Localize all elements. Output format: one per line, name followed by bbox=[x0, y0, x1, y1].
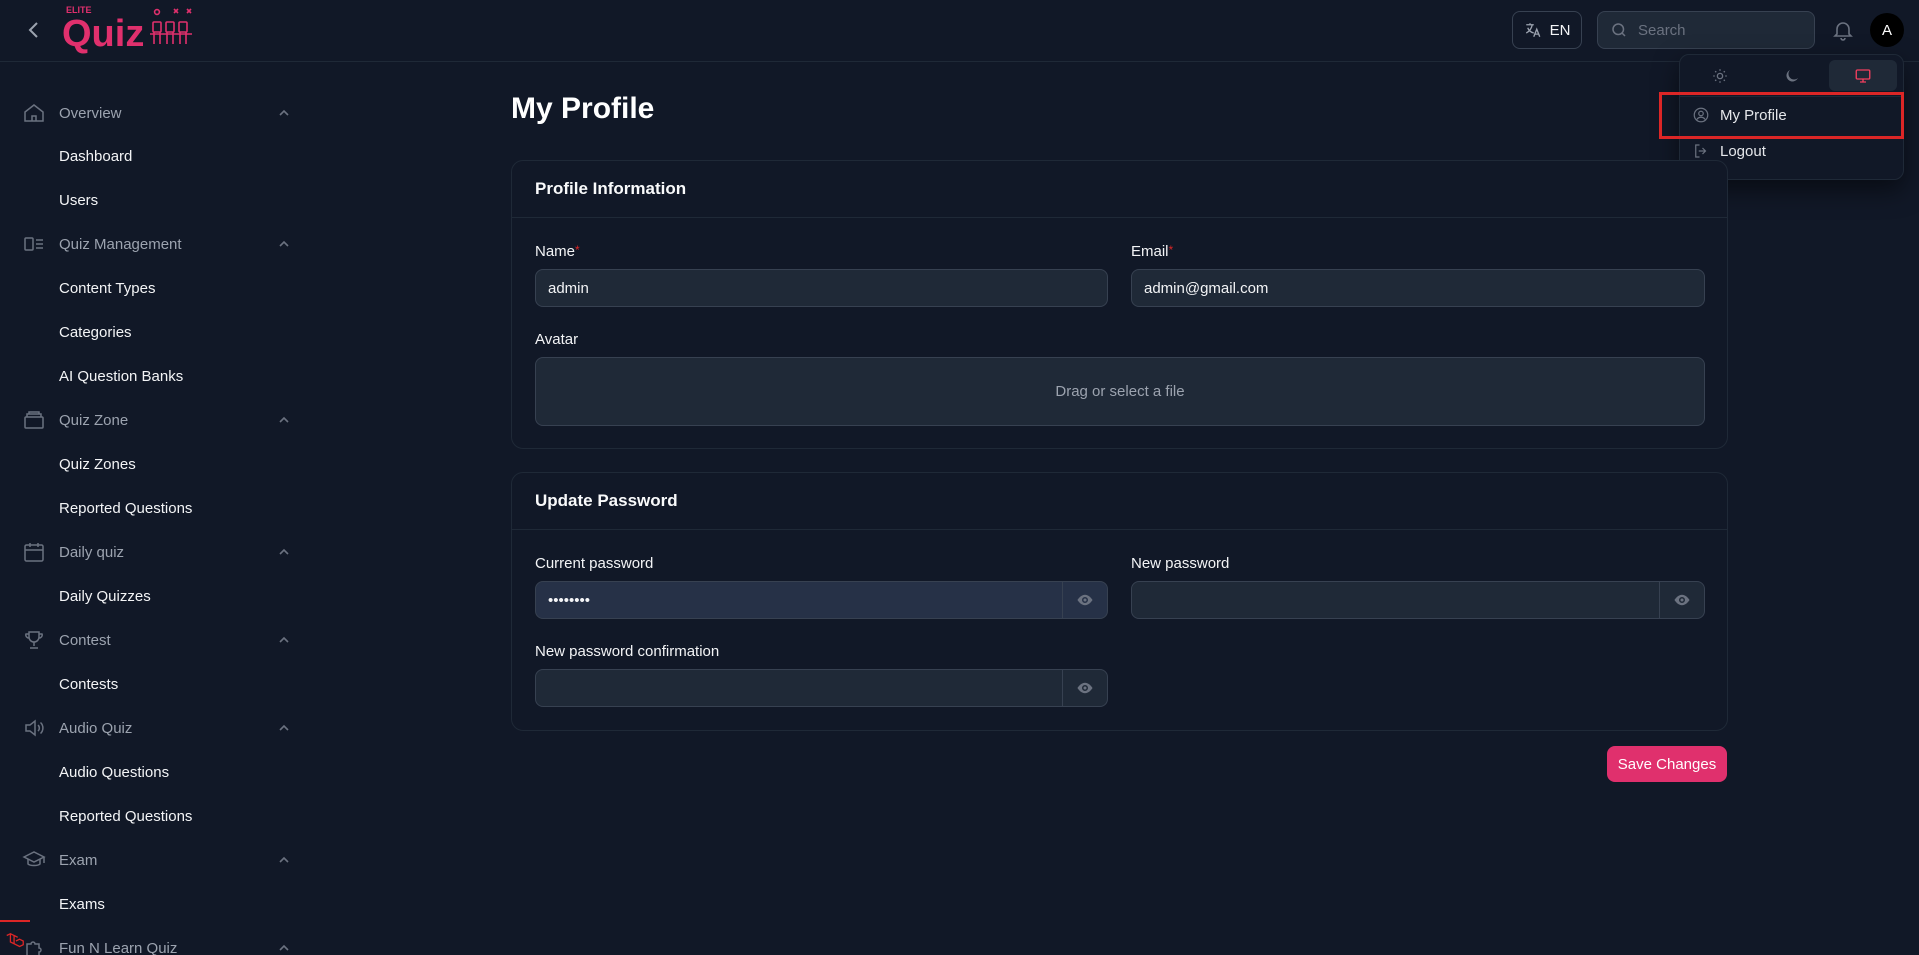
sun-icon bbox=[1713, 68, 1727, 83]
archive-icon bbox=[24, 411, 44, 429]
bell-icon[interactable] bbox=[1831, 18, 1855, 42]
theme-switcher bbox=[1680, 55, 1903, 97]
new-password-field[interactable] bbox=[1131, 581, 1705, 619]
search-bar[interactable] bbox=[1597, 11, 1815, 49]
home-icon bbox=[24, 104, 44, 122]
monitor-icon bbox=[1855, 68, 1871, 83]
theme-dark-button[interactable] bbox=[1758, 60, 1826, 91]
sidebar: Overview Dashboard Users Quiz Management… bbox=[0, 62, 300, 955]
sidebar-item-reported-questions[interactable]: Reported Questions bbox=[59, 806, 192, 828]
menu-item-label: Logout bbox=[1720, 142, 1766, 160]
sidebar-item-daily-quizzes[interactable]: Daily Quizzes bbox=[59, 586, 151, 608]
graduation-cap-icon bbox=[22, 851, 46, 867]
menu-item-my-profile[interactable]: My Profile bbox=[1680, 97, 1903, 133]
sidebar-group-quiz-management[interactable]: Quiz Management bbox=[0, 229, 300, 259]
confirm-password-field[interactable] bbox=[535, 669, 1108, 707]
chevron-up-icon[interactable] bbox=[276, 412, 292, 428]
email-field[interactable]: admin@gmail.com bbox=[1131, 269, 1705, 307]
sidebar-group-audio-quiz[interactable]: Audio Quiz bbox=[0, 713, 300, 743]
chevron-up-icon[interactable] bbox=[276, 720, 292, 736]
current-password-value: •••••••• bbox=[548, 591, 591, 609]
current-password-field[interactable]: •••••••• bbox=[535, 581, 1108, 619]
sidebar-item-quiz-zones[interactable]: Quiz Zones bbox=[59, 454, 136, 476]
sidebar-group-label: Quiz Zone bbox=[59, 411, 129, 429]
chevron-up-icon[interactable] bbox=[276, 236, 292, 252]
sidebar-group-daily-quiz[interactable]: Daily quiz bbox=[0, 537, 300, 567]
sidebar-group-label: Contest bbox=[59, 631, 111, 649]
name-field[interactable]: admin bbox=[535, 269, 1108, 307]
card-title: Profile Information bbox=[512, 161, 1727, 218]
sidebar-group-label: Fun N Learn Quiz bbox=[59, 939, 178, 955]
sidebar-group-label: Audio Quiz bbox=[59, 719, 133, 737]
avatar-dropzone[interactable]: Drag or select a file bbox=[535, 357, 1705, 426]
user-avatar[interactable]: A bbox=[1870, 13, 1904, 47]
sidebar-item-contests[interactable]: Contests bbox=[59, 674, 118, 696]
eye-icon[interactable] bbox=[1062, 582, 1107, 618]
back-arrow-icon[interactable] bbox=[22, 18, 46, 42]
laravel-logo-icon bbox=[0, 920, 30, 955]
theme-light-button[interactable] bbox=[1686, 60, 1754, 91]
dropzone-text: Drag or select a file bbox=[1055, 383, 1185, 400]
sidebar-item-content-types[interactable]: Content Types bbox=[59, 278, 155, 300]
sidebar-item-categories[interactable]: Categories bbox=[59, 322, 132, 344]
trophy-icon bbox=[25, 631, 43, 649]
update-password-card: Update Password Current password •••••••… bbox=[511, 472, 1728, 731]
sidebar-group-quiz-zone[interactable]: Quiz Zone bbox=[0, 405, 300, 435]
chevron-up-icon[interactable] bbox=[276, 632, 292, 648]
sidebar-item-users[interactable]: Users bbox=[59, 190, 98, 212]
layout-icon bbox=[24, 237, 43, 251]
eye-icon[interactable] bbox=[1062, 670, 1107, 706]
elite-quiz-logo[interactable]: ELITE Quiz bbox=[62, 4, 192, 58]
sidebar-item-reported-questions[interactable]: Reported Questions bbox=[59, 498, 192, 520]
chevron-up-icon[interactable] bbox=[276, 544, 292, 560]
chevron-up-icon[interactable] bbox=[276, 852, 292, 868]
speaker-icon bbox=[25, 719, 44, 737]
calendar-icon bbox=[24, 543, 44, 562]
email-label: Email* bbox=[1131, 243, 1174, 260]
sidebar-group-label: Quiz Management bbox=[59, 235, 182, 253]
save-changes-button[interactable]: Save Changes bbox=[1607, 746, 1727, 782]
search-icon bbox=[1612, 23, 1626, 37]
sidebar-group-exam[interactable]: Exam bbox=[0, 845, 300, 875]
current-password-label: Current password bbox=[535, 555, 654, 572]
sidebar-group-label: Daily quiz bbox=[59, 543, 125, 561]
email-value: admin@gmail.com bbox=[1144, 279, 1269, 297]
profile-information-card: Profile Information Name* admin Email* a… bbox=[511, 160, 1728, 449]
confirm-password-label: New password confirmation bbox=[535, 643, 720, 660]
language-switcher[interactable]: EN bbox=[1512, 11, 1582, 49]
name-label: Name* bbox=[535, 243, 580, 260]
theme-system-button[interactable] bbox=[1829, 60, 1898, 91]
top-bar: ELITE Quiz EN A bbox=[0, 0, 1919, 62]
sidebar-item-audio-questions[interactable]: Audio Questions bbox=[59, 762, 169, 784]
translate-icon bbox=[1525, 23, 1540, 38]
sidebar-group-overview[interactable]: Overview bbox=[0, 98, 300, 128]
logout-icon bbox=[1695, 144, 1707, 158]
chevron-up-icon[interactable] bbox=[276, 105, 292, 121]
sidebar-item-dashboard[interactable]: Dashboard bbox=[59, 146, 132, 168]
user-circle-icon bbox=[1693, 107, 1709, 123]
new-password-label: New password bbox=[1131, 555, 1230, 572]
menu-item-label: My Profile bbox=[1720, 106, 1787, 124]
chevron-up-icon[interactable] bbox=[276, 940, 292, 955]
moon-icon bbox=[1785, 69, 1798, 82]
name-value: admin bbox=[548, 279, 589, 297]
sidebar-group-label: Exam bbox=[59, 851, 98, 869]
language-label: EN bbox=[1549, 21, 1571, 39]
avatar-label: Avatar bbox=[535, 331, 579, 348]
sidebar-group-fun-n-learn-quiz[interactable]: Fun N Learn Quiz bbox=[0, 933, 300, 955]
sidebar-item-exams[interactable]: Exams bbox=[59, 894, 105, 916]
sidebar-group-contest[interactable]: Contest bbox=[0, 625, 300, 655]
sidebar-item-ai-question-banks[interactable]: AI Question Banks bbox=[59, 366, 183, 388]
page-title: My Profile bbox=[511, 92, 655, 125]
eye-icon[interactable] bbox=[1659, 582, 1704, 618]
svg-text:Quiz: Quiz bbox=[62, 13, 144, 55]
search-input[interactable] bbox=[1638, 21, 1798, 39]
card-title: Update Password bbox=[512, 473, 1727, 530]
sidebar-group-label: Overview bbox=[59, 104, 122, 122]
